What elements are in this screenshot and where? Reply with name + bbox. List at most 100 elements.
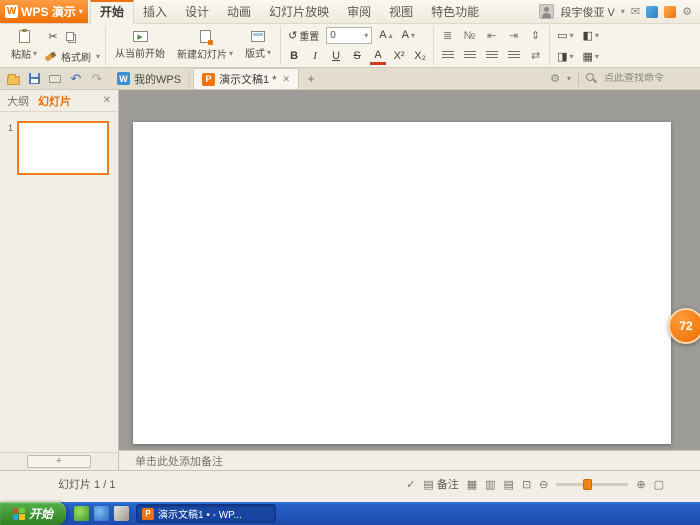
outline-tab[interactable]: 大纲: [7, 93, 29, 109]
subscript-button[interactable]: X₂: [412, 48, 428, 65]
italic-button[interactable]: I: [307, 48, 323, 65]
format-painter-button[interactable]: 格式刷 ▾: [45, 49, 100, 64]
slideshow-view-button[interactable]: ⊡: [522, 478, 531, 491]
message-icon[interactable]: ✉: [631, 5, 640, 18]
shape-fill-button[interactable]: ◨ ▾: [555, 48, 575, 65]
quick-style-button[interactable]: ◧ ▾: [580, 27, 600, 44]
redo-button[interactable]: ↷: [88, 69, 106, 89]
quick-launch-icon-3[interactable]: [114, 506, 129, 521]
tab-slideshow[interactable]: 幻灯片放映: [260, 0, 338, 24]
skin-icon[interactable]: [646, 6, 658, 18]
promo-icon[interactable]: [664, 6, 676, 18]
add-slide-button[interactable]: +: [27, 455, 91, 468]
play-glyph: ▶: [137, 33, 142, 41]
line-spacing-button[interactable]: ⇕: [527, 28, 544, 44]
paste-button[interactable]: 粘贴 ▾: [7, 27, 41, 65]
user-name[interactable]: 段宇俊亚 V: [560, 4, 614, 20]
new-slide-button[interactable]: 新建幻灯片 ▾: [173, 27, 237, 65]
font-color-button[interactable]: A: [370, 48, 386, 65]
shape-fill-icon: ◨: [557, 50, 567, 63]
bold-button[interactable]: B: [286, 48, 302, 65]
zoom-in-button[interactable]: ⊕: [636, 478, 645, 491]
bullets-button[interactable]: ≣: [439, 28, 456, 44]
slide-canvas[interactable]: [119, 90, 700, 450]
tab-home[interactable]: 开始: [90, 0, 134, 24]
slides-tab[interactable]: 幻灯片: [38, 93, 71, 109]
tab-document[interactable]: P 演示文稿1 * ✕: [193, 68, 299, 89]
superscript-button[interactable]: X²: [391, 48, 407, 65]
start-button[interactable]: 开始: [0, 502, 66, 525]
chevron-down-icon: ▾: [79, 7, 83, 16]
tools-icon[interactable]: ⚙: [550, 72, 560, 85]
close-tab-icon[interactable]: ✕: [283, 74, 291, 85]
app-menu-button[interactable]: W WPS 演示 ▾: [0, 0, 88, 23]
quick-launch-icon-2[interactable]: [94, 506, 109, 521]
reading-view-button[interactable]: ▤: [504, 478, 514, 491]
slide-counter: 幻灯片 1 / 1: [58, 476, 115, 492]
align-right-button[interactable]: [483, 48, 500, 64]
justify-icon: [508, 51, 520, 60]
zoom-slider[interactable]: [556, 483, 628, 486]
layout-button[interactable]: 版式 ▾: [241, 27, 275, 65]
strikethrough-button[interactable]: S: [349, 48, 365, 65]
zoom-slider-thumb[interactable]: [583, 479, 592, 490]
slide[interactable]: [133, 122, 671, 444]
arrange-button[interactable]: ▦ ▾: [580, 48, 600, 65]
close-panel-icon[interactable]: ✕: [103, 95, 111, 106]
zoom-out-button[interactable]: ⊖: [539, 478, 548, 491]
slide-thumbnail-row: 1: [0, 112, 118, 184]
promo-badge[interactable]: 72: [668, 308, 700, 344]
insert-shape-button[interactable]: ▭ ▾: [555, 27, 575, 44]
caret-up-icon: ▴: [389, 31, 393, 40]
notes-pane[interactable]: 单击此处添加备注: [119, 450, 700, 470]
new-tab-button[interactable]: +: [302, 70, 320, 88]
copy-button[interactable]: [66, 32, 74, 41]
app-name: WPS 演示: [21, 3, 76, 20]
cut-button[interactable]: ✂: [45, 28, 61, 45]
format-painter-icon: [45, 51, 57, 61]
slide-sorter-view-button[interactable]: ▥: [485, 478, 495, 491]
open-file-button[interactable]: [4, 69, 22, 89]
print-button[interactable]: [46, 69, 64, 89]
reset-button[interactable]: ↺ 重置: [286, 27, 321, 44]
undo-button[interactable]: ↶: [67, 69, 85, 89]
add-slide-row: +: [0, 452, 118, 470]
underline-button[interactable]: U: [328, 48, 344, 65]
tab-view[interactable]: 视图: [380, 0, 422, 24]
tab-insert[interactable]: 插入: [134, 0, 176, 24]
font-size-combo[interactable]: 0 ▾: [326, 27, 372, 44]
taskbar-task-button[interactable]: P 演示文稿1 • - WP...: [136, 504, 276, 523]
justify-button[interactable]: [505, 48, 522, 64]
align-right-icon: [486, 51, 498, 60]
text-direction-button[interactable]: ⇄: [527, 48, 544, 64]
decrease-font-button[interactable]: A ▾: [400, 27, 417, 44]
spellcheck-icon[interactable]: ✓: [406, 478, 415, 491]
drawing-group: ▭ ▾ ◧ ▾ ◨ ▾ ▦ ▾: [550, 26, 606, 65]
tab-design[interactable]: 设计: [176, 0, 218, 24]
quick-launch-icon-1[interactable]: [74, 506, 89, 521]
tab-animation[interactable]: 动画: [218, 0, 260, 24]
tab-my-wps[interactable]: W 我的WPS: [109, 68, 190, 89]
tab-review[interactable]: 审阅: [338, 0, 380, 24]
decrease-indent-button[interactable]: ⇤: [483, 28, 500, 44]
chevron-down-icon[interactable]: ▾: [621, 7, 625, 16]
settings-icon[interactable]: ⚙: [682, 5, 692, 18]
increase-indent-button[interactable]: ⇥: [505, 28, 522, 44]
play-from-current-button[interactable]: ▶ 从当前开始: [111, 27, 169, 65]
align-center-button[interactable]: [461, 48, 478, 64]
fit-to-window-button[interactable]: ▢: [654, 478, 664, 491]
chevron-down-icon[interactable]: ▾: [567, 74, 571, 83]
arrange-icon: ▦: [582, 50, 592, 63]
notes-icon: ▤: [423, 478, 433, 491]
numbering-button[interactable]: №: [461, 28, 478, 44]
save-button[interactable]: [25, 69, 43, 89]
tab-special-features[interactable]: 特色功能: [422, 0, 488, 24]
notes-toggle-button[interactable]: ▤ 备注: [423, 476, 458, 492]
user-avatar[interactable]: [539, 4, 554, 19]
slide-thumbnail[interactable]: [17, 121, 109, 175]
align-left-button[interactable]: [439, 48, 456, 64]
clipboard-group: 粘贴 ▾ ✂ 格式刷 ▾: [2, 26, 106, 65]
normal-view-button[interactable]: ▦: [467, 478, 477, 491]
increase-font-button[interactable]: A ▴: [377, 27, 394, 44]
command-search-input[interactable]: [604, 73, 690, 84]
